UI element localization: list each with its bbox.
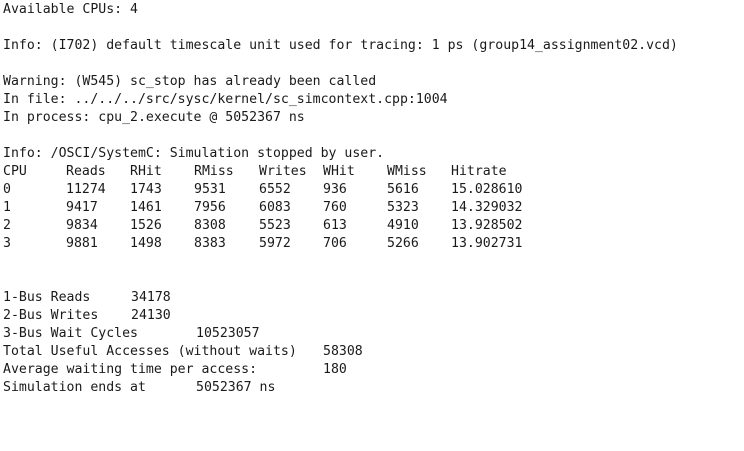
cell-reads: 11274 — [66, 182, 106, 197]
cell-writes: 5523 — [259, 218, 291, 233]
info-stopped-line: Info: /OSCI/SystemC: Simulation stopped … — [3, 146, 385, 161]
useful-accesses-line: Total Useful Accesses (without waits) 58… — [3, 343, 744, 361]
cell-rmiss: 8383 — [194, 236, 226, 251]
table-row: 3 9881 1498 8383 5972 706 5266 13.902731 — [3, 235, 744, 253]
info-timescale-line: Info: (I702) default timescale unit used… — [3, 38, 678, 53]
cell-hitrate: 13.928502 — [451, 218, 523, 233]
header-rmiss: RMiss — [194, 164, 234, 179]
file-line: In file: ../../../src/sysc/kernel/sc_sim… — [3, 92, 448, 107]
header-cpu: CPU — [3, 164, 27, 179]
cell-rhit: 1526 — [130, 218, 162, 233]
sim-end-label: Simulation ends at — [3, 380, 146, 395]
cell-cpu: 2 — [3, 218, 11, 233]
bus-writes-label: 2-Bus Writes — [3, 308, 99, 323]
console-output: Available CPUs: 4 Info: (I702) default t… — [0, 0, 744, 405]
cell-hitrate: 15.028610 — [451, 182, 523, 197]
useful-accesses-label: Total Useful Accesses (without waits) — [3, 344, 297, 359]
sim-end-value: 5052367 ns — [196, 380, 276, 395]
bus-wait-line: 3-Bus Wait Cycles 10523057 — [3, 325, 744, 343]
cell-hitrate: 14.329032 — [451, 200, 523, 215]
cell-cpu: 0 — [3, 182, 11, 197]
cell-writes: 5972 — [259, 236, 291, 251]
avg-wait-value: 180 — [323, 362, 347, 377]
cell-cpu: 3 — [3, 236, 11, 251]
cell-rhit: 1498 — [130, 236, 162, 251]
header-reads: Reads — [66, 164, 106, 179]
bus-reads-line: 1-Bus Reads 34178 — [3, 289, 744, 307]
header-writes: Writes — [259, 164, 307, 179]
cell-rmiss: 7956 — [194, 200, 226, 215]
table-row: 1 9417 1461 7956 6083 760 5323 14.329032 — [3, 199, 744, 217]
avg-wait-line: Average waiting time per access: 180 — [3, 361, 744, 379]
bus-wait-label: 3-Bus Wait Cycles — [3, 326, 138, 341]
cell-wmiss: 5323 — [387, 200, 419, 215]
avg-wait-label: Average waiting time per access: — [3, 362, 258, 377]
header-hitrate: Hitrate — [451, 164, 507, 179]
cell-hitrate: 13.902731 — [451, 236, 523, 251]
header-whit: WHit — [323, 164, 355, 179]
cell-wmiss: 5616 — [387, 182, 419, 197]
bus-wait-value: 10523057 — [196, 326, 260, 341]
cell-whit: 936 — [323, 182, 347, 197]
cell-whit: 760 — [323, 200, 347, 215]
cell-wmiss: 4910 — [387, 218, 419, 233]
sim-end-line: Simulation ends at 5052367 ns — [3, 379, 744, 397]
bus-writes-line: 2-Bus Writes 24130 — [3, 307, 744, 325]
header-wmiss: WMiss — [387, 164, 427, 179]
table-row: 2 9834 1526 8308 5523 613 4910 13.928502 — [3, 217, 744, 235]
cell-reads: 9834 — [66, 218, 98, 233]
cell-reads: 9881 — [66, 236, 98, 251]
cell-whit: 706 — [323, 236, 347, 251]
cell-rhit: 1461 — [130, 200, 162, 215]
bus-reads-label: 1-Bus Reads — [3, 290, 91, 305]
cell-wmiss: 5266 — [387, 236, 419, 251]
warning-line: Warning: (W545) sc_stop has already been… — [3, 74, 377, 89]
available-cpus-line: Available CPUs: 4 — [3, 2, 138, 17]
cell-rhit: 1743 — [130, 182, 162, 197]
cell-writes: 6552 — [259, 182, 291, 197]
bus-reads-value: 34178 — [131, 290, 171, 305]
header-rhit: RHit — [130, 164, 162, 179]
table-header-row: CPU Reads RHit RMiss Writes WHit WMiss H… — [3, 163, 744, 181]
process-line: In process: cpu_2.execute @ 5052367 ns — [3, 110, 305, 125]
cell-rmiss: 8308 — [194, 218, 226, 233]
useful-accesses-value: 58308 — [323, 344, 363, 359]
table-row: 0 11274 1743 9531 6552 936 5616 15.02861… — [3, 181, 744, 199]
cell-cpu: 1 — [3, 200, 11, 215]
cell-whit: 613 — [323, 218, 347, 233]
bus-writes-value: 24130 — [131, 308, 171, 323]
cell-rmiss: 9531 — [194, 182, 226, 197]
cell-writes: 6083 — [259, 200, 291, 215]
cell-reads: 9417 — [66, 200, 98, 215]
